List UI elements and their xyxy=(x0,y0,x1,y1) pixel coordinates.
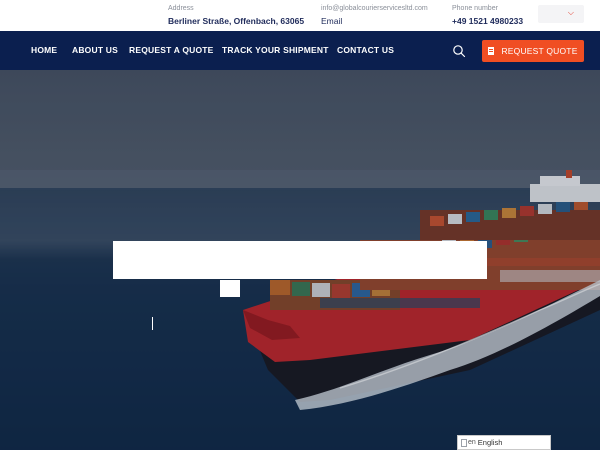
language-selector[interactable]: ⌵ xyxy=(538,5,584,23)
nav-item-track-your-shipment[interactable]: TRACK YOUR SHIPMENT xyxy=(222,45,329,55)
search-icon[interactable] xyxy=(452,44,466,58)
flag-icon xyxy=(461,438,467,447)
nav-item-home[interactable]: HOME xyxy=(31,45,57,55)
phone-label: Phone number xyxy=(452,5,498,12)
request-quote-button[interactable]: REQUEST QUOTE xyxy=(482,40,584,62)
nav-item-about-us[interactable]: ABOUT US xyxy=(72,45,118,55)
language-label: English xyxy=(477,438,503,447)
hero-heading-box xyxy=(113,241,487,279)
language-translate-widget[interactable]: en English xyxy=(457,435,551,450)
address-label: Address xyxy=(168,5,194,12)
email-label: Email xyxy=(321,16,343,26)
chevron-down-icon: ⌵ xyxy=(567,8,574,17)
document-icon xyxy=(488,47,495,55)
language-code: en xyxy=(468,439,476,446)
address-info: Address Berliner Straße, Offenbach, 6306… xyxy=(168,4,304,27)
hero-small-box xyxy=(220,280,240,297)
top-info-bar: Address Berliner Straße, Offenbach, 6306… xyxy=(0,0,600,31)
phone-info[interactable]: Phone number +49 1521 4980233 xyxy=(452,4,523,27)
main-navigation: HOME ABOUT US REQUEST A QUOTE TRACK YOUR… xyxy=(0,31,600,70)
hero-banner xyxy=(0,70,600,450)
request-quote-label: REQUEST QUOTE xyxy=(501,46,578,56)
nav-item-request-a-quote[interactable]: REQUEST A QUOTE xyxy=(129,45,214,55)
phone-value[interactable]: +49 1521 4980233 xyxy=(452,15,523,27)
email-address-text[interactable]: info@globalcourierservicesltd.com xyxy=(321,4,428,13)
address-value: Berliner Straße, Offenbach, 63065 xyxy=(168,16,305,26)
nav-item-contact-us[interactable]: CONTACT US xyxy=(337,45,394,55)
text-cursor xyxy=(152,317,153,330)
email-info[interactable]: info@globalcourierservicesltd.com Email xyxy=(321,4,428,27)
